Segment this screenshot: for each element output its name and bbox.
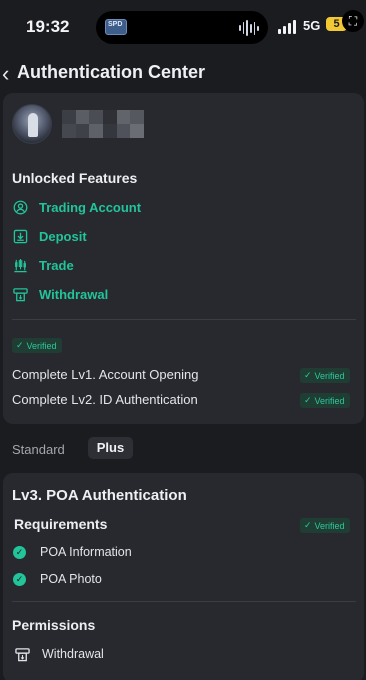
check-icon: ✓ [304, 370, 312, 380]
expand-icon[interactable]: ⛶ [342, 10, 364, 32]
feature-label: Trading Account [39, 199, 142, 215]
withdrawal-icon [14, 646, 30, 662]
media-thumbnail-text: SPD [108, 21, 123, 28]
audio-waveform-icon [239, 20, 260, 36]
check-circle-icon: ✓ [13, 572, 26, 586]
avatar[interactable] [12, 104, 52, 144]
deposit-icon [12, 228, 28, 244]
requirement-item: ✓ POA Photo [13, 572, 102, 586]
lv3-title: Lv3. POA Authentication [12, 487, 187, 504]
requirements-heading: Requirements [14, 516, 108, 532]
user-circle-icon [12, 199, 28, 215]
dynamic-island[interactable]: SPD [96, 11, 268, 44]
status-badge: ✓ Verified [12, 338, 62, 353]
signal-strength-icon [278, 20, 296, 34]
lv2-status-badge: ✓ Verified [300, 393, 350, 408]
tab-standard[interactable]: Standard [12, 442, 65, 457]
status-time: 19:32 [26, 17, 70, 36]
feature-label: Deposit [39, 228, 87, 244]
permissions-heading: Permissions [12, 617, 96, 633]
lv1-status-badge: ✓ Verified [300, 368, 350, 383]
check-icon: ✓ [304, 520, 312, 530]
check-icon: ✓ [16, 340, 24, 350]
lv2-label: Complete Lv2. ID Authentication [12, 392, 198, 407]
divider [12, 601, 356, 602]
withdrawal-icon [12, 286, 28, 302]
divider [12, 319, 356, 320]
tab-plus[interactable]: Plus [88, 437, 133, 459]
feature-trading-account[interactable]: Trading Account [12, 199, 141, 215]
feature-deposit[interactable]: Deposit [12, 228, 87, 244]
feature-withdrawal[interactable]: Withdrawal [12, 286, 108, 302]
unlocked-features-heading: Unlocked Features [12, 170, 138, 186]
lv1-label: Complete Lv1. Account Opening [12, 367, 199, 382]
back-chevron-icon[interactable]: ‹ [2, 61, 9, 87]
feature-label: Trade [39, 257, 74, 273]
candlestick-icon [12, 257, 28, 273]
media-thumbnail: SPD [105, 19, 127, 35]
feature-label: Withdrawal [39, 286, 109, 302]
feature-trade[interactable]: Trade [12, 257, 74, 273]
permission-withdrawal: Withdrawal [14, 646, 104, 662]
check-circle-icon: ✓ [13, 545, 26, 559]
page-title: Authentication Center [17, 62, 206, 82]
network-type: 5G [303, 18, 321, 33]
redacted-username [62, 110, 144, 138]
requirement-item: ✓ POA Information [13, 545, 132, 559]
requirements-status-badge: ✓ Verified [300, 518, 350, 533]
check-icon: ✓ [304, 395, 312, 405]
